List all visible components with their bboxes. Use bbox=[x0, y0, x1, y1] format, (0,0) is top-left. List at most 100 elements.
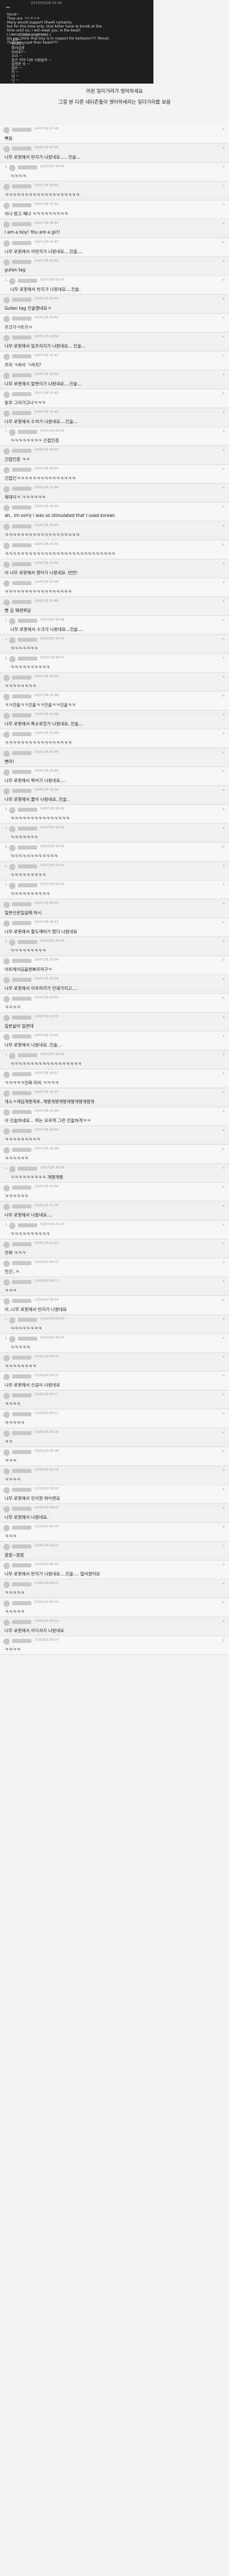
commenter-name-redacted[interactable] bbox=[12, 1488, 31, 1492]
avatar[interactable] bbox=[3, 203, 10, 209]
commenter-name-redacted[interactable] bbox=[12, 732, 31, 736]
chevron-down-icon[interactable]: ▾ bbox=[223, 354, 224, 358]
avatar[interactable] bbox=[3, 750, 10, 757]
commenter-name-redacted[interactable] bbox=[18, 430, 37, 434]
avatar[interactable] bbox=[3, 1393, 10, 1399]
chevron-down-icon[interactable]: ▾ bbox=[223, 656, 224, 660]
chevron-down-icon[interactable]: ▾ bbox=[223, 883, 224, 887]
commenter-name-redacted[interactable] bbox=[12, 222, 31, 226]
avatar[interactable] bbox=[3, 127, 10, 133]
chevron-down-icon[interactable]: ▾ bbox=[223, 165, 224, 169]
chevron-down-icon[interactable]: ▾ bbox=[223, 1582, 224, 1586]
chevron-down-icon[interactable]: ▾ bbox=[223, 1317, 224, 1321]
chevron-down-icon[interactable]: ▾ bbox=[223, 373, 224, 377]
chevron-down-icon[interactable]: ▾ bbox=[223, 1298, 224, 1302]
chevron-down-icon[interactable]: ▾ bbox=[223, 505, 224, 509]
chevron-down-icon[interactable]: ▾ bbox=[223, 1355, 224, 1359]
avatar[interactable] bbox=[9, 845, 15, 851]
avatar[interactable] bbox=[3, 1109, 10, 1116]
chevron-down-icon[interactable]: ▾ bbox=[223, 920, 224, 924]
chevron-down-icon[interactable]: ▾ bbox=[223, 1204, 224, 1208]
chevron-down-icon[interactable]: ▾ bbox=[223, 1619, 224, 1623]
commenter-name-redacted[interactable] bbox=[12, 751, 31, 755]
commenter-name-redacted[interactable] bbox=[12, 1261, 31, 1265]
commenter-name-redacted[interactable] bbox=[12, 392, 31, 396]
commenter-name-redacted[interactable] bbox=[18, 1337, 37, 1341]
avatar[interactable] bbox=[3, 996, 10, 1002]
commenter-name-redacted[interactable] bbox=[12, 1620, 31, 1624]
commenter-name-redacted[interactable] bbox=[12, 1582, 31, 1586]
post-reply-user[interactable]: ㅡ bbox=[11, 33, 15, 37]
avatar[interactable] bbox=[3, 1298, 10, 1305]
avatar[interactable] bbox=[3, 1242, 10, 1248]
commenter-name-redacted[interactable] bbox=[12, 354, 31, 358]
avatar[interactable] bbox=[3, 486, 10, 492]
chevron-down-icon[interactable]: ▾ bbox=[223, 788, 224, 792]
chevron-down-icon[interactable]: ▾ bbox=[223, 1261, 224, 1265]
avatar[interactable] bbox=[9, 165, 15, 171]
avatar[interactable] bbox=[3, 146, 10, 152]
chevron-down-icon[interactable]: ▾ bbox=[223, 1431, 224, 1435]
commenter-name-redacted[interactable] bbox=[12, 335, 31, 339]
avatar[interactable] bbox=[3, 1091, 10, 1097]
avatar[interactable] bbox=[3, 467, 10, 473]
avatar[interactable] bbox=[3, 732, 10, 738]
avatar[interactable] bbox=[3, 259, 10, 266]
chevron-down-icon[interactable]: ▾ bbox=[223, 335, 224, 339]
commenter-name-redacted[interactable] bbox=[18, 279, 37, 283]
chevron-down-icon[interactable]: ▾ bbox=[223, 1072, 224, 1076]
commenter-name-redacted[interactable] bbox=[12, 1356, 31, 1360]
chevron-down-icon[interactable]: ▾ bbox=[223, 939, 224, 943]
chevron-down-icon[interactable]: ▾ bbox=[223, 1034, 224, 1038]
avatar[interactable] bbox=[3, 675, 10, 681]
avatar[interactable] bbox=[3, 1261, 10, 1267]
commenter-name-redacted[interactable] bbox=[12, 524, 31, 528]
chevron-down-icon[interactable]: ▾ bbox=[223, 675, 224, 679]
avatar[interactable] bbox=[3, 1128, 10, 1135]
avatar[interactable] bbox=[3, 1355, 10, 1361]
chevron-down-icon[interactable]: ▾ bbox=[223, 996, 224, 1000]
avatar[interactable] bbox=[3, 580, 10, 587]
commenter-name-redacted[interactable] bbox=[12, 1299, 31, 1303]
avatar[interactable] bbox=[3, 902, 10, 908]
commenter-name-redacted[interactable] bbox=[18, 883, 37, 887]
commenter-name-redacted[interactable] bbox=[12, 770, 31, 774]
commenter-name-redacted[interactable] bbox=[12, 1639, 31, 1643]
avatar[interactable] bbox=[3, 1582, 10, 1588]
avatar[interactable] bbox=[3, 543, 10, 549]
avatar[interactable] bbox=[3, 1619, 10, 1626]
chevron-down-icon[interactable]: ▾ bbox=[223, 316, 224, 320]
chevron-down-icon[interactable]: ▾ bbox=[223, 750, 224, 754]
avatar[interactable] bbox=[3, 1412, 10, 1418]
chevron-down-icon[interactable]: ▾ bbox=[223, 1525, 224, 1529]
avatar[interactable] bbox=[9, 826, 15, 832]
chevron-down-icon[interactable]: ▾ bbox=[223, 524, 224, 528]
avatar[interactable] bbox=[9, 1336, 15, 1342]
chevron-down-icon[interactable]: ▾ bbox=[223, 1601, 224, 1605]
avatar[interactable] bbox=[3, 562, 10, 568]
commenter-name-redacted[interactable] bbox=[12, 1431, 31, 1435]
avatar[interactable] bbox=[3, 977, 10, 983]
avatar[interactable] bbox=[3, 1204, 10, 1210]
avatar[interactable] bbox=[3, 392, 10, 398]
chevron-down-icon[interactable]: ▾ bbox=[223, 902, 224, 906]
avatar[interactable] bbox=[9, 278, 15, 285]
chevron-down-icon[interactable]: ▾ bbox=[223, 203, 224, 207]
avatar[interactable] bbox=[3, 222, 10, 228]
chevron-down-icon[interactable]: ▾ bbox=[223, 467, 224, 471]
commenter-name-redacted[interactable] bbox=[18, 808, 37, 812]
chevron-down-icon[interactable]: ▾ bbox=[223, 278, 224, 282]
chevron-down-icon[interactable]: ▾ bbox=[223, 845, 224, 849]
avatar[interactable] bbox=[3, 316, 10, 322]
commenter-name-redacted[interactable] bbox=[12, 203, 31, 207]
chevron-down-icon[interactable]: ▾ bbox=[223, 958, 224, 962]
commenter-name-redacted[interactable] bbox=[12, 1544, 31, 1548]
avatar[interactable] bbox=[9, 637, 15, 643]
post-username[interactable]: ㅡ bbox=[6, 5, 10, 10]
commenter-name-redacted[interactable] bbox=[12, 959, 31, 963]
commenter-name-redacted[interactable] bbox=[12, 1412, 31, 1416]
avatar[interactable] bbox=[3, 1279, 10, 1286]
chevron-down-icon[interactable]: ▾ bbox=[223, 1015, 224, 1019]
commenter-name-redacted[interactable] bbox=[12, 1110, 31, 1114]
avatar[interactable] bbox=[3, 1525, 10, 1531]
